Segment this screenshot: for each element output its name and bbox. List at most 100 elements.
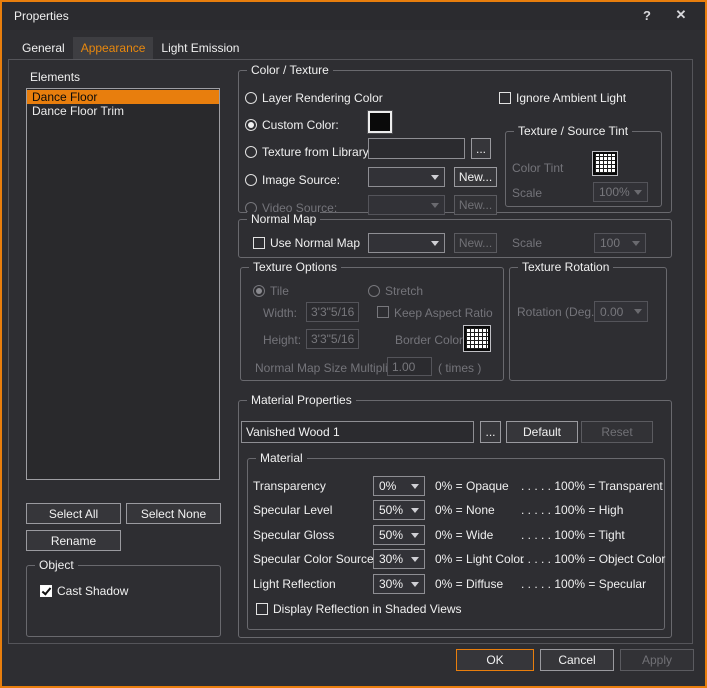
specular-gloss-label: Specular Gloss xyxy=(253,528,334,542)
normal-map-new-button[interactable]: New... xyxy=(454,233,497,253)
color-tint-swatch[interactable] xyxy=(593,152,617,175)
close-icon[interactable]: ✕ xyxy=(671,2,691,28)
layer-rendering-color-radio[interactable] xyxy=(245,92,257,104)
video-source-dropdown[interactable] xyxy=(368,195,445,215)
chevron-down-icon xyxy=(431,203,439,208)
normal-map-scale-value: 100 xyxy=(600,236,620,250)
material-properties-group-label: Material Properties xyxy=(247,393,356,408)
select-all-button[interactable]: Select All xyxy=(26,503,121,524)
width-label: Width: xyxy=(263,306,297,320)
object-group-label: Object xyxy=(35,558,78,573)
material-browse-button[interactable]: ... xyxy=(480,421,501,443)
height-input[interactable]: 3'3"5/16 xyxy=(306,329,359,349)
normal-map-size-multiplier-input[interactable]: 1.00 xyxy=(387,357,432,376)
texture-rotation-group-label: Texture Rotation xyxy=(518,260,613,275)
chevron-down-icon xyxy=(634,190,642,195)
texture-library-input[interactable] xyxy=(368,138,465,159)
specular-level-dropdown[interactable]: 50% xyxy=(373,500,425,520)
help-icon[interactable]: ? xyxy=(637,2,657,28)
tile-label: Tile xyxy=(270,284,289,298)
chevron-down-icon xyxy=(411,484,419,489)
specular-level-label: Specular Level xyxy=(253,503,332,517)
tint-scale-value: 100% xyxy=(599,185,630,199)
use-normal-map-label: Use Normal Map xyxy=(270,236,360,250)
specular-gloss-dropdown[interactable]: 50% xyxy=(373,525,425,545)
select-none-button[interactable]: Select None xyxy=(126,503,221,524)
tab-light-emission[interactable]: Light Emission xyxy=(153,37,247,59)
material-default-button[interactable]: Default xyxy=(506,421,578,443)
cancel-button[interactable]: Cancel xyxy=(540,649,614,671)
chevron-down-icon xyxy=(632,241,640,246)
texture-options-group-label: Texture Options xyxy=(249,260,341,275)
normal-map-dropdown[interactable] xyxy=(368,233,445,253)
apply-button[interactable]: Apply xyxy=(620,649,694,671)
chevron-down-icon xyxy=(411,508,419,513)
keep-aspect-ratio-checkbox[interactable] xyxy=(377,306,389,318)
normal-map-scale-dropdown[interactable]: 100 xyxy=(594,233,646,253)
light-reflection-value: 30% xyxy=(379,577,403,591)
tab-general[interactable]: General xyxy=(14,37,73,59)
specular-color-source-scale-max: . . . . . 100% = Object Color xyxy=(521,552,665,566)
tab-strip: General Appearance Light Emission xyxy=(14,37,247,59)
ignore-ambient-light-checkbox[interactable] xyxy=(499,92,511,104)
material-reset-button[interactable]: Reset xyxy=(581,421,653,443)
tile-radio[interactable] xyxy=(253,285,265,297)
list-item-dance-floor[interactable]: Dance Floor xyxy=(27,90,219,104)
normal-map-group-label: Normal Map xyxy=(247,212,320,227)
image-source-radio[interactable] xyxy=(245,174,257,186)
specular-color-source-value: 30% xyxy=(379,552,403,566)
material-row-specular-gloss: Specular Gloss 50% 0% = Wide . . . . . 1… xyxy=(253,525,663,545)
height-label: Height: xyxy=(263,333,301,347)
texture-library-browse-button[interactable]: ... xyxy=(471,138,491,159)
normal-map-scale-label: Scale xyxy=(512,236,542,250)
chevron-down-icon xyxy=(634,309,642,314)
ok-button[interactable]: OK xyxy=(456,649,534,671)
image-source-new-button[interactable]: New... xyxy=(454,167,497,187)
material-row-specular-color-source: Specular Color Source 30% 0% = Light Col… xyxy=(253,549,663,569)
texture-from-library-label: Texture from Library: xyxy=(262,145,372,159)
list-item-dance-floor-trim[interactable]: Dance Floor Trim xyxy=(27,104,219,118)
tint-scale-dropdown[interactable]: 100% xyxy=(593,182,648,202)
custom-color-label: Custom Color: xyxy=(262,118,339,132)
stretch-radio[interactable] xyxy=(368,285,380,297)
rotation-value: 0.00 xyxy=(600,305,623,319)
light-reflection-label: Light Reflection xyxy=(253,577,336,591)
border-color-swatch[interactable] xyxy=(464,326,490,351)
elements-label: Elements xyxy=(30,70,80,84)
elements-list[interactable]: Dance Floor Dance Floor Trim xyxy=(26,88,220,480)
image-source-dropdown[interactable] xyxy=(368,167,445,187)
times-label: ( times ) xyxy=(438,361,481,375)
specular-color-source-scale-min: 0% = Light Color xyxy=(435,552,524,566)
custom-color-swatch[interactable] xyxy=(368,111,392,133)
custom-color-radio[interactable] xyxy=(245,119,257,131)
material-row-transparency: Transparency 0% 0% = Opaque . . . . . 10… xyxy=(253,476,663,496)
light-reflection-scale-min: 0% = Diffuse xyxy=(435,577,503,591)
light-reflection-scale-max: . . . . . 100% = Specular xyxy=(521,577,646,591)
transparency-value: 0% xyxy=(379,479,396,493)
normal-map-size-multiplier-label: Normal Map Size Multiplier xyxy=(255,361,398,375)
texture-rotation-group: Texture Rotation xyxy=(509,267,667,381)
video-source-new-button[interactable]: New... xyxy=(454,195,497,215)
transparency-scale-max: . . . . . 100% = Transparent xyxy=(521,479,663,493)
transparency-dropdown[interactable]: 0% xyxy=(373,476,425,496)
display-reflection-checkbox[interactable] xyxy=(256,603,268,615)
texture-source-tint-group-label: Texture / Source Tint xyxy=(514,124,632,139)
use-normal-map-checkbox[interactable] xyxy=(253,237,265,249)
layer-rendering-color-label: Layer Rendering Color xyxy=(262,91,383,105)
tab-appearance[interactable]: Appearance xyxy=(73,37,154,59)
material-row-specular-level: Specular Level 50% 0% = None . . . . . 1… xyxy=(253,500,663,520)
specular-level-scale-min: 0% = None xyxy=(435,503,495,517)
material-row-light-reflection: Light Reflection 30% 0% = Diffuse . . . … xyxy=(253,574,663,594)
specular-gloss-scale-min: 0% = Wide xyxy=(435,528,493,542)
light-reflection-dropdown[interactable]: 30% xyxy=(373,574,425,594)
rotation-dropdown[interactable]: 0.00 xyxy=(594,301,648,322)
specular-gloss-value: 50% xyxy=(379,528,403,542)
chevron-down-icon xyxy=(411,533,419,538)
cast-shadow-checkbox[interactable] xyxy=(40,585,52,597)
specular-color-source-dropdown[interactable]: 30% xyxy=(373,549,425,569)
texture-from-library-radio[interactable] xyxy=(245,146,257,158)
rename-button[interactable]: Rename xyxy=(26,530,121,551)
material-name-input[interactable]: Vanished Wood 1 xyxy=(241,421,474,443)
width-input[interactable]: 3'3"5/16 xyxy=(306,302,359,322)
border-color-label: Border Color xyxy=(395,333,463,347)
